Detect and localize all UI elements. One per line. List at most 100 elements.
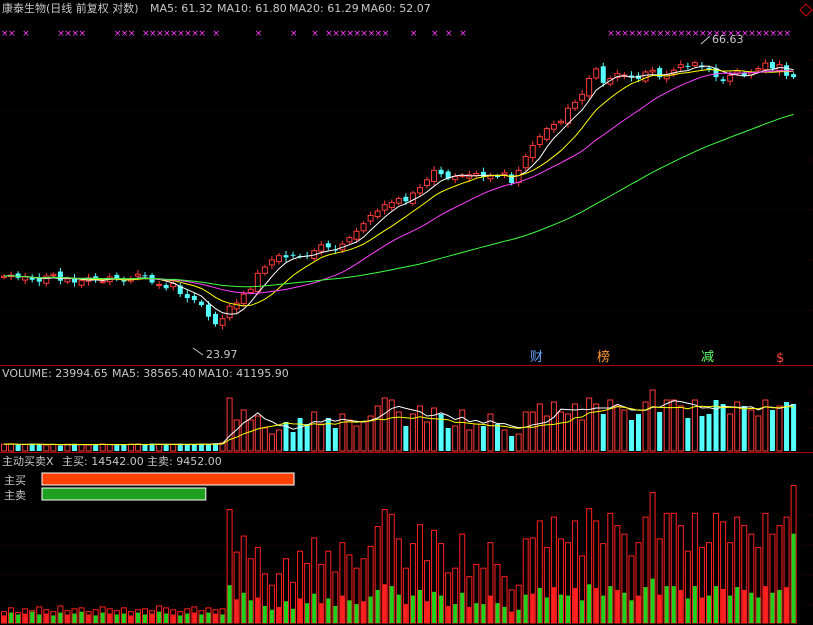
sell-flow-bar[interactable] — [171, 614, 176, 623]
candle-body[interactable] — [226, 305, 233, 319]
sell-flow-bar[interactable] — [594, 588, 599, 623]
sell-flow-bar[interactable] — [150, 613, 155, 623]
volume-bar[interactable] — [614, 405, 621, 452]
sell-flow-bar[interactable] — [227, 585, 232, 623]
sell-flow-bar[interactable] — [157, 611, 162, 623]
volume-bar[interactable] — [565, 413, 571, 452]
candle-body[interactable] — [755, 68, 762, 71]
candle-body[interactable] — [156, 283, 163, 286]
candle-body[interactable] — [395, 197, 402, 204]
candle-body[interactable] — [247, 288, 254, 294]
sell-flow-bar[interactable] — [192, 612, 197, 623]
volume-bar[interactable] — [424, 421, 430, 452]
candle-body[interactable] — [275, 255, 282, 263]
candle-body[interactable] — [213, 313, 218, 325]
sell-flow-bar[interactable] — [629, 600, 634, 623]
sell-flow-bar[interactable] — [742, 589, 747, 623]
candle-body[interactable] — [473, 173, 480, 176]
volume-bar[interactable] — [240, 409, 247, 452]
sell-flow-bar[interactable] — [671, 586, 676, 623]
volume-bar[interactable] — [755, 415, 762, 452]
sell-flow-bar[interactable] — [9, 612, 14, 623]
sell-flow-bar[interactable] — [72, 613, 77, 623]
sell-flow-bar[interactable] — [354, 604, 359, 623]
candle-body[interactable] — [283, 255, 289, 258]
sell-flow-bar[interactable] — [580, 600, 585, 623]
volume-bar[interactable] — [636, 414, 641, 451]
candle-body[interactable] — [22, 276, 29, 281]
volume-bar[interactable] — [50, 444, 57, 452]
volume-bar[interactable] — [325, 418, 331, 451]
volume-bar[interactable] — [769, 410, 775, 451]
sell-flow-bar[interactable] — [685, 598, 690, 623]
volume-bar[interactable] — [8, 443, 15, 452]
sell-flow-bar[interactable] — [305, 603, 310, 623]
sell-flow-bar[interactable] — [537, 588, 542, 623]
sell-flow-bar[interactable] — [622, 592, 627, 623]
volume-bar[interactable] — [536, 403, 543, 452]
volume-bar[interactable] — [600, 414, 606, 451]
sell-flow-bar[interactable] — [37, 614, 42, 623]
candle-body[interactable] — [677, 64, 684, 69]
volume-bar[interactable] — [163, 445, 169, 451]
candle-body[interactable] — [495, 176, 500, 178]
sell-flow-bar[interactable] — [143, 614, 147, 623]
volume-bar[interactable] — [374, 405, 381, 452]
sell-flow-bar[interactable] — [185, 613, 190, 623]
candle-body[interactable] — [134, 273, 141, 277]
sell-flow-bar[interactable] — [657, 594, 662, 623]
candle-body[interactable] — [381, 204, 388, 211]
sell-flow-bar[interactable] — [58, 612, 63, 623]
sell-flow-bar[interactable] — [65, 614, 70, 623]
volume-bar[interactable] — [114, 445, 120, 451]
candle-body[interactable] — [318, 244, 325, 252]
volume-bar[interactable] — [579, 419, 586, 452]
volume-bar[interactable] — [85, 444, 92, 452]
volume-bar[interactable] — [318, 423, 325, 452]
sell-flow-bar[interactable] — [777, 589, 782, 623]
volume-bar[interactable] — [657, 412, 663, 451]
volume-bar[interactable] — [142, 444, 148, 451]
sell-flow-bar[interactable] — [770, 592, 775, 623]
volume-bar[interactable] — [685, 418, 691, 451]
stock-chart[interactable]: × × × × × × × × × × × × × × × × × × × × × × × × × × × × × × × × × × × × × × × ×… — [0, 0, 813, 625]
volume-bar[interactable] — [43, 444, 50, 452]
volume-bar[interactable] — [99, 443, 106, 452]
candle-body[interactable] — [64, 278, 71, 283]
sell-flow-bar[interactable] — [269, 609, 274, 623]
candle-body[interactable] — [727, 74, 734, 82]
volume-bar[interactable] — [268, 433, 275, 452]
volume-bar[interactable] — [290, 432, 296, 451]
sell-flow-bar[interactable] — [16, 614, 21, 623]
candle-body[interactable] — [572, 101, 579, 109]
sell-flow-bar[interactable] — [79, 611, 84, 623]
candle-body[interactable] — [536, 136, 543, 145]
sell-flow-bar[interactable] — [432, 591, 437, 623]
sell-flow-bar[interactable] — [488, 595, 493, 623]
candle-body[interactable] — [452, 176, 459, 181]
sell-flow-bar[interactable] — [502, 606, 507, 623]
volume-bar[interactable] — [677, 405, 684, 452]
candle-body[interactable] — [219, 318, 226, 326]
sell-flow-bar[interactable] — [234, 599, 239, 623]
volume-bar[interactable] — [233, 419, 240, 452]
candle-body[interactable] — [438, 169, 444, 175]
candle-body[interactable] — [649, 69, 656, 73]
volume-bar[interactable] — [473, 423, 480, 452]
volume-bar[interactable] — [297, 418, 303, 451]
volume-bar[interactable] — [706, 414, 712, 451]
volume-bar[interactable] — [403, 426, 409, 451]
candle-body[interactable] — [691, 62, 698, 66]
volume-bar[interactable] — [78, 444, 85, 452]
sell-flow-bar[interactable] — [509, 611, 514, 623]
sell-flow-bar[interactable] — [678, 589, 683, 623]
sell-flow-bar[interactable] — [714, 586, 719, 623]
volume-bar[interactable] — [649, 389, 656, 452]
sell-flow-bar[interactable] — [241, 592, 246, 623]
sell-flow-bar[interactable] — [417, 589, 422, 623]
sell-flow-bar[interactable] — [340, 595, 345, 623]
volume-bar[interactable] — [720, 404, 726, 451]
volume-bar[interactable] — [522, 411, 529, 452]
volume-bar[interactable] — [727, 413, 734, 452]
sell-flow-bar[interactable] — [30, 611, 35, 623]
